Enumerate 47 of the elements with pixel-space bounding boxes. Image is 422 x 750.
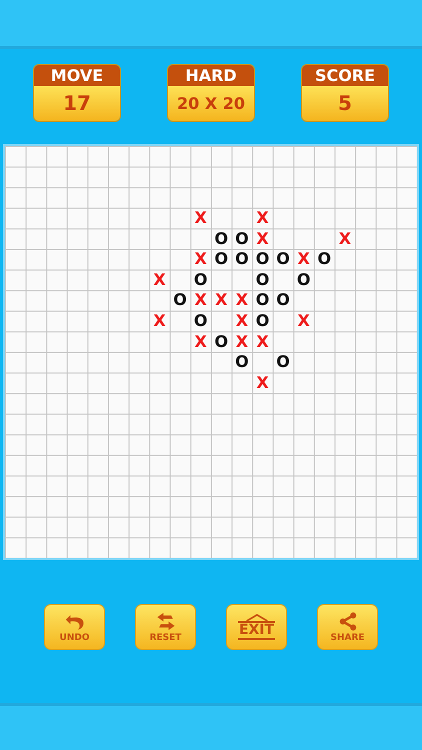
x-mark: X — [236, 313, 248, 330]
o-mark: O — [235, 354, 249, 370]
o-mark: O — [317, 251, 332, 268]
o-mark: O — [256, 272, 270, 288]
o-mark: O — [276, 251, 290, 268]
x-mark: X — [194, 292, 207, 308]
o-mark: O — [256, 313, 270, 330]
stat-value: 20 X 20 — [168, 86, 254, 121]
o-mark: O — [194, 313, 208, 330]
stat-value: 5 — [302, 86, 388, 121]
o-mark: O — [235, 230, 249, 247]
x-mark: X — [194, 210, 207, 226]
exit-button[interactable]: EXIT — [226, 604, 287, 650]
reset-button[interactable]: RESET — [135, 604, 196, 650]
o-mark: O — [276, 354, 290, 370]
x-mark: X — [298, 313, 310, 330]
x-mark: X — [256, 230, 269, 247]
stat-label: HARD — [168, 65, 254, 86]
stat-label: SCORE — [302, 65, 388, 86]
x-mark: X — [298, 251, 310, 268]
o-mark: O — [256, 251, 270, 268]
stat-label: MOVE — [34, 65, 120, 86]
o-mark: O — [214, 334, 228, 350]
x-mark: X — [256, 334, 269, 350]
x-mark: X — [153, 313, 166, 330]
o-mark: O — [235, 251, 249, 268]
share-button[interactable]: SHARE — [317, 604, 378, 650]
x-mark: X — [256, 210, 269, 226]
x-mark: X — [215, 292, 228, 308]
o-mark: O — [276, 292, 290, 308]
x-mark: X — [194, 334, 207, 350]
hanger-icon — [244, 614, 270, 621]
o-mark: O — [214, 251, 228, 268]
o-mark: O — [256, 292, 270, 308]
undo-button[interactable]: UNDO — [44, 604, 105, 650]
x-mark: X — [194, 251, 207, 268]
reset-icon — [154, 612, 176, 630]
stat-value: 17 — [34, 86, 120, 121]
x-mark: X — [338, 230, 352, 247]
x-mark: X — [236, 292, 248, 308]
o-mark: O — [194, 272, 208, 288]
x-mark: X — [153, 272, 166, 288]
o-mark: O — [214, 230, 228, 247]
o-mark: O — [173, 292, 187, 308]
x-mark: X — [236, 334, 248, 350]
o-mark: O — [296, 272, 310, 288]
x-mark: X — [256, 374, 269, 391]
